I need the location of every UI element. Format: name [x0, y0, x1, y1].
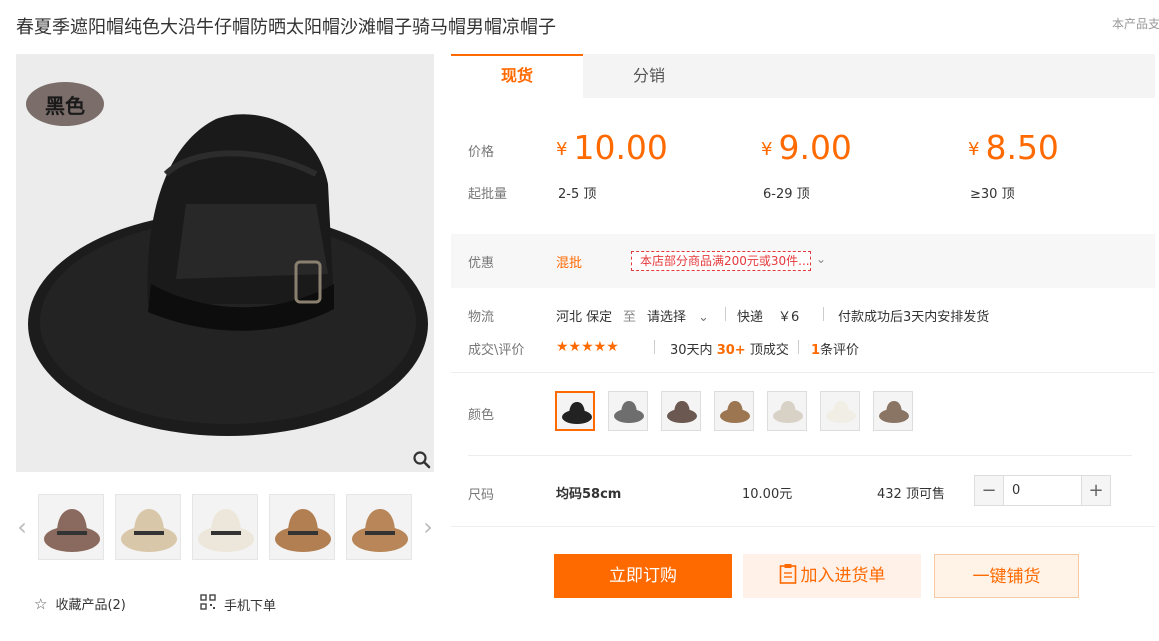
price-tier-2: ¥9.00: [761, 128, 852, 167]
ship-origin: 河北 保定: [556, 310, 613, 325]
express-fee: ￥6: [778, 310, 800, 325]
destination-value: 请选择: [647, 310, 687, 325]
product-notice: 本产品支: [1112, 17, 1159, 31]
quantity-input[interactable]: 0: [1003, 476, 1082, 505]
divider: [451, 526, 1155, 527]
one-click-distribute-button[interactable]: 一键铺货: [934, 554, 1079, 598]
price-label: 价格: [468, 145, 495, 160]
color-swatch[interactable]: [608, 391, 648, 431]
separator: [654, 340, 655, 354]
chevron-down-icon: ⌄: [698, 310, 709, 325]
price-tier-3: ¥8.50: [968, 128, 1059, 167]
swatch-hat: [826, 401, 856, 423]
mobile-order-label: 手机下单: [224, 598, 277, 614]
thumbnail-hat: [352, 509, 408, 552]
separator: [823, 307, 824, 321]
destination-select[interactable]: 请选择 ⌄: [647, 306, 709, 325]
divider: [468, 455, 1132, 456]
favorite-button[interactable]: ☆ 收藏产品(2): [34, 594, 126, 614]
tab-spot[interactable]: 现货: [451, 54, 583, 98]
ship-note: 付款成功后3天内安排发货: [838, 310, 990, 325]
rating-stars: ★★★★★: [556, 339, 619, 355]
price-value: 10.00: [573, 128, 668, 167]
promotion-coupon[interactable]: 本店部分商品满200元或30件...: [631, 251, 811, 271]
deal-suffix: 顶成交: [749, 343, 789, 358]
promotion-label: 优惠: [468, 256, 495, 271]
plus-button[interactable]: +: [1082, 476, 1110, 505]
tier-range: 2-5 顶: [558, 187, 597, 202]
logistics-label: 物流: [468, 310, 495, 325]
thumbnail-hat: [198, 509, 254, 552]
qr-code-icon: [200, 594, 216, 614]
divider: [451, 372, 1155, 373]
ship-to: 至: [623, 310, 637, 325]
thumbnail[interactable]: [38, 494, 104, 560]
swatch-hat: [720, 401, 750, 423]
currency-symbol: ¥: [968, 139, 980, 160]
mobile-order-button[interactable]: 手机下单: [200, 594, 276, 614]
deal-prefix: 30天内: [670, 343, 713, 358]
deal-count: 30天内 30+ 顶成交: [670, 339, 789, 358]
size-stock: 432 顶可售: [877, 487, 945, 502]
color-swatch[interactable]: [767, 391, 807, 431]
currency-symbol: ¥: [761, 139, 773, 160]
color-swatch[interactable]: [555, 391, 595, 431]
swatch-hat: [879, 401, 909, 423]
thumb-prev-icon[interactable]: ‹: [14, 512, 30, 542]
thumbnail[interactable]: [192, 494, 258, 560]
quantity-stepper: − 0 +: [974, 475, 1111, 506]
separator: [725, 307, 726, 321]
tier-range: 6-29 顶: [763, 187, 810, 202]
size-label: 尺码: [468, 488, 495, 503]
thumbnail-hat: [44, 509, 100, 552]
thumbnail-strip: ‹ ›: [14, 494, 438, 562]
price-value: 9.00: [778, 128, 852, 167]
product-title: 春夏季遮阳帽纯色大沿牛仔帽防晒太阳帽沙滩帽子骑马帽男帽凉帽子: [16, 17, 556, 38]
thumbnail-hat: [275, 509, 331, 552]
tier-range: ≥30 顶: [970, 187, 1015, 202]
color-swatch[interactable]: [661, 391, 701, 431]
swatch-hat: [562, 402, 592, 424]
add-to-cart-label: 加入进货单: [800, 566, 886, 586]
color-tag: 黑色: [26, 82, 104, 126]
promotion-type: 混批: [556, 256, 583, 271]
reviews-label: 成交\评价: [468, 343, 525, 358]
separator: [798, 340, 799, 354]
swatch-hat: [773, 401, 803, 423]
deal-number: 30+: [716, 343, 746, 358]
buy-now-button[interactable]: 立即订购: [554, 554, 732, 598]
size-name: 均码58cm: [556, 487, 622, 502]
thumbnail[interactable]: [269, 494, 335, 560]
price-tier-1: ¥10.00: [556, 128, 668, 167]
main-product-image[interactable]: 黑色: [16, 54, 434, 472]
swatch-hat: [614, 401, 644, 423]
review-number: 1: [811, 343, 821, 358]
size-price: 10.00元: [742, 487, 793, 502]
thumbnail-hat: [121, 509, 177, 552]
chevron-down-icon[interactable]: ⌄: [816, 252, 826, 266]
minus-button[interactable]: −: [975, 476, 1003, 505]
color-swatch[interactable]: [714, 391, 754, 431]
thumbnail[interactable]: [346, 494, 412, 560]
thumbnail[interactable]: [115, 494, 181, 560]
color-swatch[interactable]: [873, 391, 913, 431]
moq-label: 起批量: [468, 187, 508, 202]
review-suffix: 条评价: [820, 343, 860, 358]
add-to-cart-button[interactable]: 加入进货单: [743, 554, 921, 598]
tab-distribution[interactable]: 分销: [583, 54, 715, 98]
zoom-icon[interactable]: [412, 450, 432, 470]
offer-tabs: 现货 分销: [451, 54, 1155, 98]
color-label: 颜色: [468, 408, 495, 423]
review-link[interactable]: 1条评价: [811, 339, 859, 358]
clipboard-icon: [779, 558, 797, 602]
express-label: 快递: [737, 310, 764, 325]
star-outline-icon: ☆: [34, 594, 48, 613]
currency-symbol: ¥: [556, 139, 568, 160]
thumb-next-icon[interactable]: ›: [420, 512, 436, 542]
favorite-label: 收藏产品(2): [55, 598, 126, 613]
price-value: 8.50: [985, 128, 1059, 167]
swatch-hat: [667, 401, 697, 423]
color-swatch[interactable]: [820, 391, 860, 431]
